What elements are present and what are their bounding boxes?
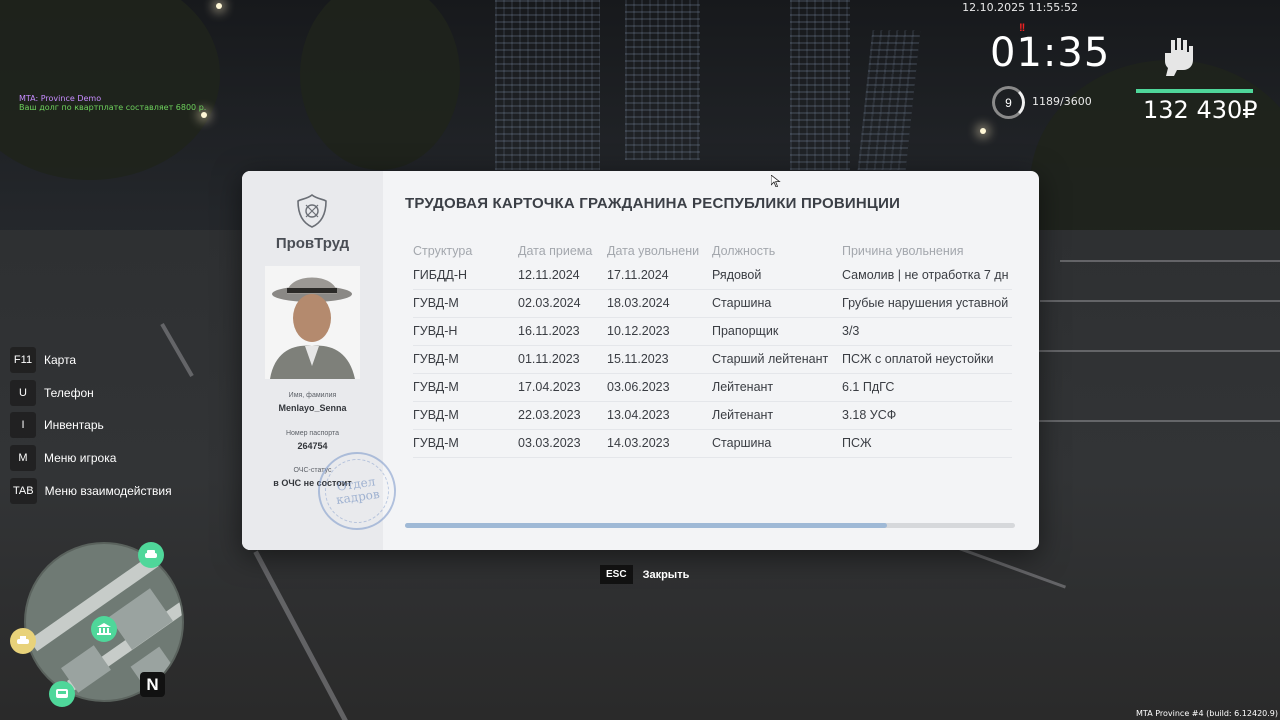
table-row: ГУВД-М 22.03.2023 13.04.2023 Лейтенант 3… (413, 401, 1012, 430)
citizen-name: Menlayo_Senna (278, 403, 347, 413)
organization-name: ПровТруд (275, 235, 350, 252)
table-cell: 03.06.2023 (607, 373, 712, 402)
table-header-row: Структура Дата приема Дата увольнени Дол… (413, 241, 1012, 261)
key-hint-phone[interactable]: U Телефон (10, 379, 172, 406)
column-header: Причина увольнения (842, 244, 964, 258)
car-marker-icon[interactable] (138, 542, 164, 568)
bank-marker-icon[interactable] (91, 616, 117, 642)
table-row: ГУВД-М 17.04.2023 03.06.2023 Лейтенант 6… (413, 373, 1012, 402)
table-row: ГУВД-М 02.03.2024 18.03.2024 Старшина Гр… (413, 289, 1012, 318)
close-label[interactable]: Закрыть (643, 569, 690, 581)
key-hint-player-menu[interactable]: M Меню игрока (10, 445, 172, 472)
table-cell: Лейтенант (712, 401, 842, 430)
esc-key[interactable]: ESC (600, 565, 633, 584)
datetime: 12.10.2025 11:55:52 (962, 1, 1078, 14)
hr-stamp: Отдел кадров (312, 446, 402, 536)
employment-history-table: Структура Дата приема Дата увольнени Дол… (413, 241, 1012, 458)
key-label: Меню взаимодействия (44, 483, 172, 498)
table-cell: Грубые нарушения уставной (842, 289, 1012, 318)
column-header: Должность (712, 244, 776, 258)
table-cell: ГИБДД-Н (413, 261, 518, 290)
table-cell: Старшина (712, 289, 842, 318)
table-cell: ГУВД-М (413, 345, 518, 374)
table-cell: ГУВД-М (413, 289, 518, 318)
level-ring: 9 (992, 86, 1025, 119)
table-cell: 13.04.2023 (607, 401, 712, 430)
key-label: Карта (44, 353, 77, 367)
bus-marker-icon[interactable] (49, 681, 75, 707)
key-cap: TAB (10, 477, 37, 504)
table-cell: Старший лейтенант (712, 345, 842, 374)
table-cell: ГУВД-М (413, 429, 518, 458)
table-cell: 01.11.2023 (518, 345, 607, 374)
table-cell: 3/3 (842, 317, 1012, 346)
scrollbar-thumb[interactable] (405, 523, 887, 528)
key-cap: F11 (10, 347, 36, 373)
taxi-marker-icon[interactable] (10, 628, 36, 654)
money-bar (1136, 89, 1253, 93)
horizontal-scrollbar[interactable] (405, 523, 1015, 528)
table-cell: 17.04.2023 (518, 373, 607, 402)
column-header: Дата приема (518, 244, 593, 258)
key-cap: I (10, 412, 36, 439)
key-cap: U (10, 379, 36, 406)
fist-icon (1165, 38, 1193, 76)
table-cell: 22.03.2023 (518, 401, 607, 430)
name-caption: Имя, фамилия (288, 392, 337, 399)
key-label: Инвентарь (44, 418, 104, 433)
table-cell: Прапорщик (712, 317, 842, 346)
table-cell: ГУВД-М (413, 401, 518, 430)
key-label: Телефон (44, 385, 94, 400)
key-cap: M (10, 445, 36, 472)
key-hint-map[interactable]: F11 Карта (10, 347, 172, 373)
table-cell: Старшина (712, 429, 842, 458)
game-clock: 01:35 (990, 30, 1111, 76)
money-balance: 132 430₽ (1143, 96, 1258, 124)
coat-of-arms-icon (297, 193, 327, 228)
chat-log: MTA: Province Demo Ваш долг по квартплат… (19, 94, 206, 112)
citizen-photo (265, 266, 360, 379)
table-cell: 03.03.2023 (518, 429, 607, 458)
level-value: 9 (1005, 95, 1012, 110)
build-info: MTA Province #4 (build: 6.12420.9) (1136, 709, 1278, 718)
table-row: ГУВД-М 01.11.2023 15.11.2023 Старший лей… (413, 345, 1012, 374)
table-row: ГУВД-М 03.03.2023 14.03.2023 Старшина ПС… (413, 429, 1012, 458)
table-cell: 16.11.2023 (518, 317, 607, 346)
key-hint-interaction-menu[interactable]: TAB Меню взаимодействия (10, 477, 172, 504)
close-hint[interactable]: ESC Закрыть (600, 565, 689, 584)
mouse-cursor-icon (771, 175, 781, 187)
table-cell: 17.11.2024 (607, 261, 712, 290)
table-cell: 6.1 ПдГС (842, 373, 1012, 402)
table-cell: Самолив | не отработка 7 дн (842, 261, 1012, 290)
column-header: Структура (413, 244, 473, 258)
key-label: Меню игрока (44, 451, 117, 466)
column-header: Дата увольнени (607, 244, 700, 258)
table-row: ГУВД-Н 16.11.2023 10.12.2023 Прапорщик 3… (413, 317, 1012, 346)
key-hints: F11 Карта U Телефон I Инвентарь M Меню и… (10, 347, 172, 510)
table-cell: 10.12.2023 (607, 317, 712, 346)
table-cell: 14.03.2023 (607, 429, 712, 458)
table-cell: ГУВД-М (413, 373, 518, 402)
card-sidebar: ПровТруд Имя, фамилия Menlayo_Senna Номе… (242, 171, 402, 550)
table-cell: Рядовой (712, 261, 842, 290)
card-title: ТРУДОВАЯ КАРТОЧКА ГРАЖДАНИНА РЕСПУБЛИКИ … (405, 195, 901, 212)
table-cell: ГУВД-Н (413, 317, 518, 346)
table-cell: Лейтенант (712, 373, 842, 402)
chat-line: Ваш долг по квартплате составляет 6800 р… (19, 103, 207, 112)
table-cell: ПСЖ с оплатой неустойки (842, 345, 1012, 374)
north-indicator: N (140, 672, 165, 697)
table-cell: 12.11.2024 (518, 261, 607, 290)
xp-counter: 1189/3600 (1032, 95, 1092, 108)
chat-line: MTA: Province Demo (19, 94, 102, 103)
table-cell: 3.18 УСФ (842, 401, 1012, 430)
table-cell: ПСЖ (842, 429, 1012, 458)
table-cell: 02.03.2024 (518, 289, 607, 318)
key-hint-inventory[interactable]: I Инвентарь (10, 412, 172, 439)
table-row: ГИБДД-Н 12.11.2024 17.11.2024 Рядовой Са… (413, 261, 1012, 290)
table-cell: 15.11.2023 (607, 345, 712, 374)
employment-card-modal: ПровТруд Имя, фамилия Menlayo_Senna Номе… (242, 171, 1039, 550)
table-cell: 18.03.2024 (607, 289, 712, 318)
passport-number: 264754 (297, 441, 328, 451)
passport-caption: Номер паспорта (285, 430, 340, 437)
